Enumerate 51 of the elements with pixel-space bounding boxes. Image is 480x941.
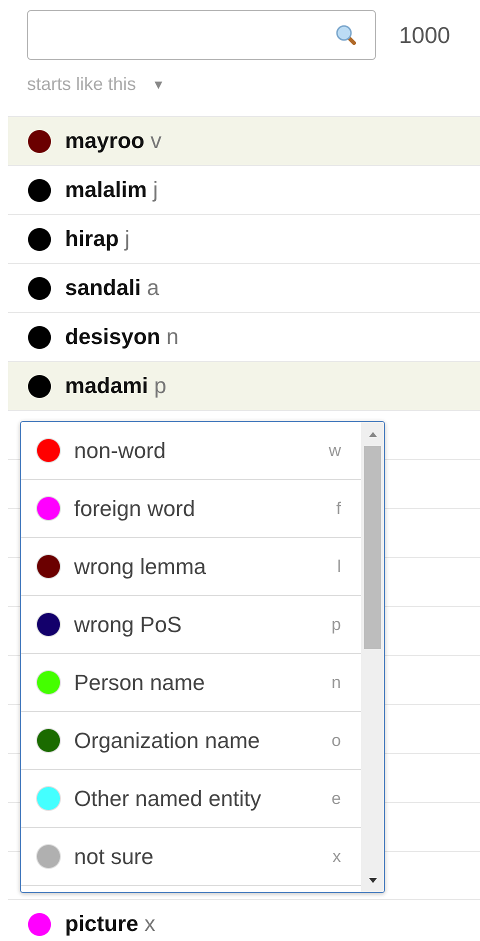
word-label: picture — [65, 911, 138, 937]
scrollbar[interactable] — [361, 422, 384, 892]
result-count: 1000 — [399, 22, 450, 48]
tag-label: wrong lemma — [74, 554, 208, 580]
shortcut-key: l — [337, 556, 341, 576]
tag-label: Other named entity — [74, 786, 262, 812]
tag-label: non-word — [74, 438, 167, 464]
pos-tag: v — [150, 128, 162, 154]
scroll-down-icon[interactable] — [366, 877, 378, 885]
word-row[interactable]: picture x — [8, 900, 480, 941]
word-row[interactable]: madami p — [8, 362, 480, 411]
tag-option[interactable]: Other named entity e — [21, 770, 361, 828]
tag-option[interactable]: foreign word f — [21, 480, 361, 538]
pos-tag: x — [144, 911, 156, 937]
shortcut-key: e — [332, 788, 341, 808]
pos-tag: j — [152, 177, 158, 203]
pos-tag: p — [154, 373, 166, 399]
tag-option[interactable]: non-word w — [21, 422, 361, 480]
tag-label: wrong PoS — [74, 612, 183, 638]
search-icon — [335, 24, 357, 46]
shortcut-key: f — [336, 498, 341, 518]
word-row[interactable]: hirap j — [8, 215, 480, 264]
word-label: desisyon — [65, 324, 160, 350]
shortcut-key: o — [332, 730, 341, 750]
tag-label: not sure — [74, 844, 154, 870]
tag-option[interactable]: not sure x — [21, 828, 361, 886]
word-row[interactable]: malalim j — [8, 166, 480, 215]
pos-tag: a — [146, 275, 160, 301]
word-label: madami — [65, 373, 148, 399]
word-label: mayroo — [65, 128, 144, 154]
word-label: hirap — [65, 226, 119, 252]
shortcut-key: p — [332, 614, 341, 634]
tag-option[interactable]: wrong lemma l — [21, 538, 361, 596]
word-label: sandali — [65, 275, 141, 301]
shortcut-key: n — [332, 672, 341, 692]
pos-tag: j — [124, 226, 130, 252]
shortcut-key: x — [332, 846, 341, 866]
tag-option[interactable]: Person name n — [21, 654, 361, 712]
scroll-up-icon[interactable] — [366, 430, 378, 438]
word-row[interactable]: sandali a — [8, 264, 480, 313]
tag-label: Person name — [74, 670, 206, 696]
search-field[interactable] — [27, 10, 376, 60]
tag-option[interactable]: Organization name o — [21, 712, 361, 770]
pos-tag: n — [166, 324, 179, 350]
match-mode-dropdown[interactable]: starts like this ▼ — [27, 74, 165, 95]
word-row[interactable]: mayroo v — [8, 117, 480, 166]
shortcut-key: w — [328, 440, 341, 460]
tag-label: Organization name — [74, 728, 261, 754]
tag-label: foreign word — [74, 496, 196, 522]
tag-option[interactable]: wrong PoS p — [21, 596, 361, 654]
word-label: malalim — [65, 177, 147, 203]
